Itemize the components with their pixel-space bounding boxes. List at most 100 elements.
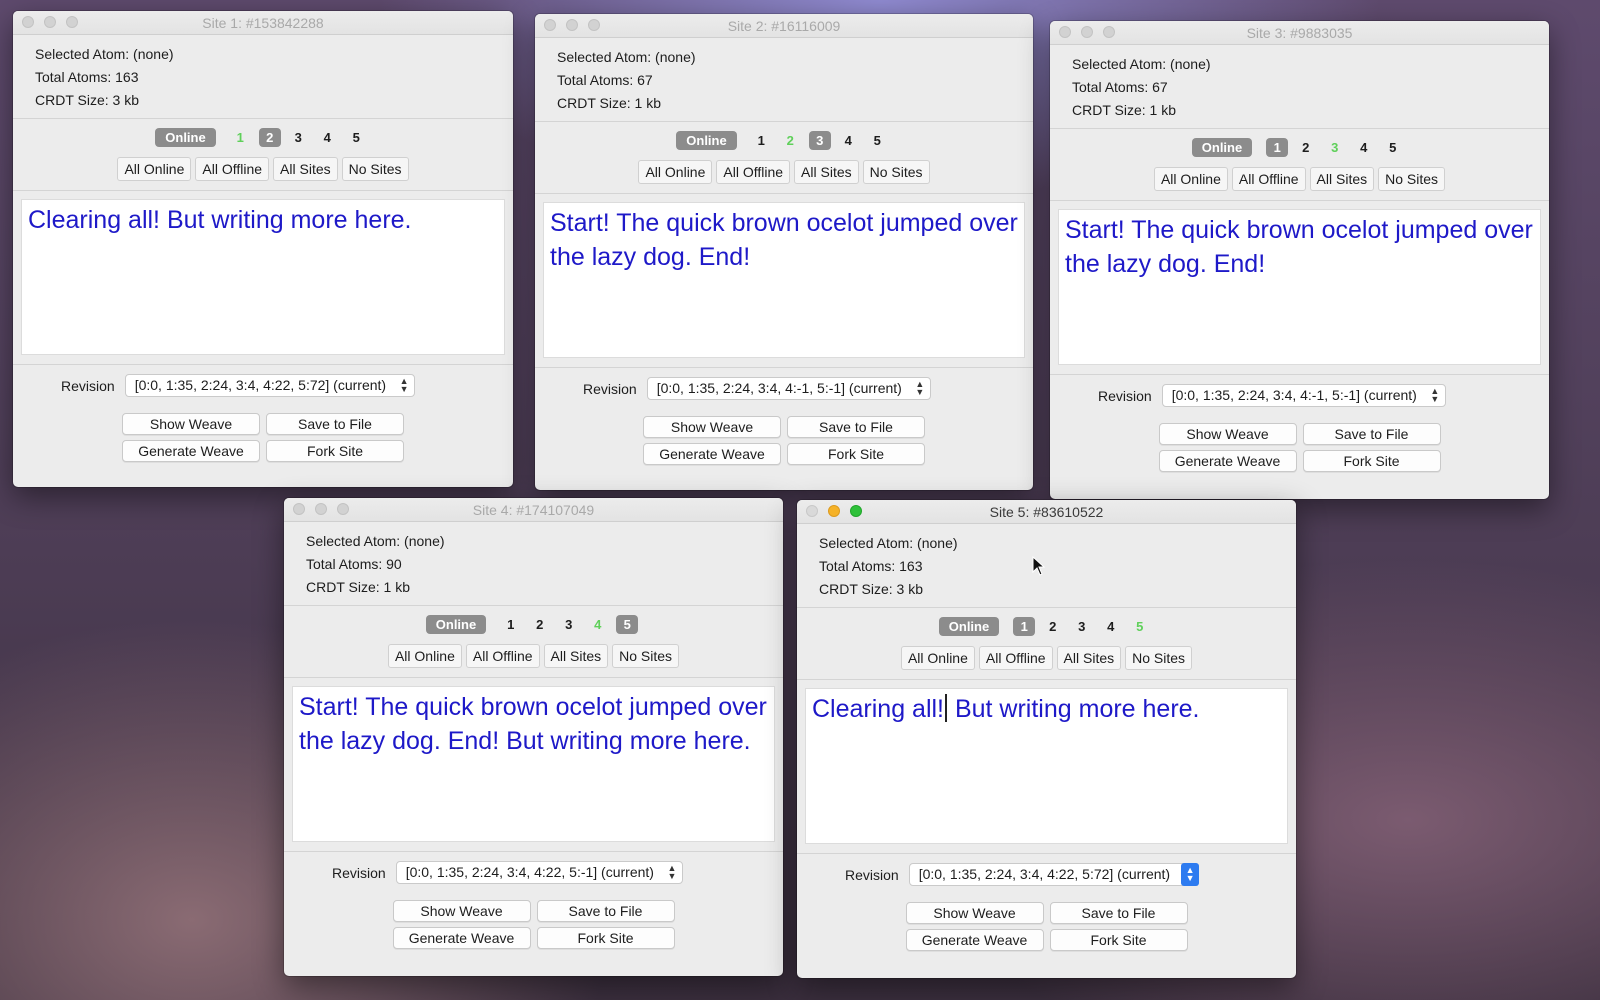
info-panel: Selected Atom: (none) Total Atoms: 67 CR… bbox=[1050, 45, 1549, 129]
fork-site-button[interactable]: Fork Site bbox=[1302, 450, 1441, 472]
site-toggle-5[interactable]: 5 bbox=[616, 614, 639, 634]
revision-label: Revision bbox=[61, 377, 115, 394]
all-offline-button[interactable]: All Offline bbox=[716, 160, 791, 184]
fork-site-button[interactable]: Fork Site bbox=[536, 927, 675, 949]
selected-atom-label: Selected Atom: (none) bbox=[35, 46, 174, 62]
all-online-button[interactable]: All Online bbox=[387, 644, 462, 668]
site-2-window: Site 2: #16116009 Selected Atom: (none) … bbox=[535, 14, 1033, 490]
site-toggle-4[interactable]: 4 bbox=[834, 131, 863, 150]
editor-text: Clearing all! But writing more here. bbox=[28, 206, 412, 234]
site-toggle-4[interactable]: 4 bbox=[583, 615, 612, 634]
save-to-file-button[interactable]: Save to File bbox=[536, 900, 675, 922]
save-to-file-button[interactable]: Save to File bbox=[1049, 902, 1188, 924]
online-toggle[interactable]: Online bbox=[676, 130, 737, 150]
site-toggle-3[interactable]: 3 bbox=[554, 615, 583, 634]
site-toggle-2[interactable]: 2 bbox=[1038, 617, 1067, 636]
all-sites-button[interactable]: All Sites bbox=[1309, 167, 1375, 191]
no-sites-button[interactable]: No Sites bbox=[862, 160, 930, 184]
generate-weave-button[interactable]: Generate Weave bbox=[392, 927, 531, 949]
all-online-button[interactable]: All Online bbox=[117, 157, 192, 181]
selected-atom-label: Selected Atom: (none) bbox=[306, 533, 445, 549]
no-sites-button[interactable]: No Sites bbox=[612, 644, 680, 668]
text-editor[interactable]: Clearing all! But writing more here. bbox=[805, 688, 1288, 844]
online-toggle[interactable]: Online bbox=[155, 127, 216, 147]
site-toggle-4[interactable]: 4 bbox=[313, 128, 342, 147]
site-toggle-1[interactable]: 1 bbox=[226, 128, 255, 147]
site-toggle-1[interactable]: 1 bbox=[496, 615, 525, 634]
site-toggle-2[interactable]: 2 bbox=[776, 131, 805, 150]
site-toggle-2[interactable]: 2 bbox=[258, 127, 281, 147]
total-atoms-label: Total Atoms: 67 bbox=[557, 72, 653, 88]
show-weave-button[interactable]: Show Weave bbox=[643, 416, 781, 438]
site-toggle-1[interactable]: 1 bbox=[1266, 137, 1289, 157]
generate-weave-button[interactable]: Generate Weave bbox=[122, 440, 260, 462]
save-to-file-button[interactable]: Save to File bbox=[266, 413, 404, 435]
text-editor[interactable]: Start! The quick brown ocelot jumped ove… bbox=[1058, 209, 1541, 365]
all-offline-button[interactable]: All Offline bbox=[1231, 167, 1306, 191]
site-toggle-3[interactable]: 3 bbox=[284, 128, 313, 147]
site-toggle-5[interactable]: 5 bbox=[1125, 617, 1154, 636]
site-toggle-2[interactable]: 2 bbox=[1291, 138, 1320, 157]
fork-site-button[interactable]: Fork Site bbox=[1049, 929, 1188, 951]
all-sites-button[interactable]: All Sites bbox=[273, 157, 338, 181]
revision-select[interactable]: [0:0, 1:35, 2:24, 3:4, 4:22, 5:72] (curr… bbox=[124, 374, 416, 397]
site-toggle-3[interactable]: 3 bbox=[1320, 138, 1349, 157]
show-weave-button[interactable]: Show Weave bbox=[392, 900, 531, 922]
all-offline-button[interactable]: All Offline bbox=[195, 157, 270, 181]
online-toggle[interactable]: Online bbox=[1191, 137, 1253, 157]
online-toggle[interactable]: Online bbox=[425, 614, 487, 634]
site-toggle-4[interactable]: 4 bbox=[1096, 617, 1125, 636]
no-sites-button[interactable]: No Sites bbox=[341, 157, 409, 181]
generate-weave-button[interactable]: Generate Weave bbox=[1158, 450, 1297, 472]
title-bar[interactable]: Site 5: #83610522 bbox=[797, 500, 1296, 524]
no-sites-button[interactable]: No Sites bbox=[1378, 167, 1446, 191]
site-connections: Online 1 2 3 4 5 bbox=[13, 127, 513, 147]
site-toggle-1[interactable]: 1 bbox=[1013, 616, 1036, 636]
revision-select[interactable]: [0:0, 1:35, 2:24, 3:4, 4:-1, 5:-1] (curr… bbox=[646, 377, 931, 400]
generate-weave-button[interactable]: Generate Weave bbox=[905, 929, 1044, 951]
revision-value: [0:0, 1:35, 2:24, 3:4, 4:-1, 5:-1] (curr… bbox=[656, 380, 902, 396]
revision-select[interactable]: [0:0, 1:35, 2:24, 3:4, 4:22, 5:72] (curr… bbox=[908, 863, 1200, 886]
all-offline-button[interactable]: All Offline bbox=[465, 644, 540, 668]
site-toggle-1[interactable]: 1 bbox=[747, 131, 776, 150]
title-bar[interactable]: Site 3: #9883035 bbox=[1050, 21, 1549, 45]
text-editor[interactable]: Clearing all! But writing more here. bbox=[21, 199, 505, 355]
save-to-file-button[interactable]: Save to File bbox=[1302, 423, 1441, 445]
site-toggle-5[interactable]: 5 bbox=[1378, 138, 1407, 157]
site-connections: Online 1 2 3 4 5 bbox=[1050, 137, 1549, 157]
total-atoms-label: Total Atoms: 163 bbox=[819, 558, 923, 574]
all-online-button[interactable]: All Online bbox=[900, 646, 975, 670]
revision-select[interactable]: [0:0, 1:35, 2:24, 3:4, 4:22, 5:-1] (curr… bbox=[395, 861, 683, 884]
site-toggle-3[interactable]: 3 bbox=[1067, 617, 1096, 636]
site-1-window: Site 1: #153842288 Selected Atom: (none)… bbox=[13, 11, 513, 487]
all-online-button[interactable]: All Online bbox=[638, 160, 713, 184]
site-toggle-5[interactable]: 5 bbox=[342, 128, 371, 147]
save-to-file-button[interactable]: Save to File bbox=[787, 416, 925, 438]
info-panel: Selected Atom: (none) Total Atoms: 90 CR… bbox=[284, 522, 783, 606]
site-toggle-3[interactable]: 3 bbox=[808, 130, 831, 150]
fork-site-button[interactable]: Fork Site bbox=[266, 440, 404, 462]
text-editor[interactable]: Start! The quick brown ocelot jumped ove… bbox=[543, 202, 1025, 358]
text-editor[interactable]: Start! The quick brown ocelot jumped ove… bbox=[292, 686, 775, 842]
site-toggle-5[interactable]: 5 bbox=[863, 131, 892, 150]
title-bar[interactable]: Site 2: #16116009 bbox=[535, 14, 1033, 38]
editor-text: Start! The quick brown ocelot jumped ove… bbox=[299, 693, 767, 755]
generate-weave-button[interactable]: Generate Weave bbox=[643, 443, 781, 465]
site-toggle-4[interactable]: 4 bbox=[1349, 138, 1378, 157]
title-bar[interactable]: Site 1: #153842288 bbox=[13, 11, 513, 35]
show-weave-button[interactable]: Show Weave bbox=[122, 413, 260, 435]
revision-select[interactable]: [0:0, 1:35, 2:24, 3:4, 4:-1, 5:-1] (curr… bbox=[1161, 384, 1446, 407]
all-sites-button[interactable]: All Sites bbox=[1056, 646, 1122, 670]
no-sites-button[interactable]: No Sites bbox=[1125, 646, 1193, 670]
mouse-pointer-icon bbox=[1032, 556, 1046, 576]
show-weave-button[interactable]: Show Weave bbox=[1158, 423, 1297, 445]
show-weave-button[interactable]: Show Weave bbox=[905, 902, 1044, 924]
all-online-button[interactable]: All Online bbox=[1153, 167, 1228, 191]
online-toggle[interactable]: Online bbox=[938, 616, 1000, 636]
fork-site-button[interactable]: Fork Site bbox=[787, 443, 925, 465]
site-toggle-2[interactable]: 2 bbox=[525, 615, 554, 634]
all-sites-button[interactable]: All Sites bbox=[543, 644, 609, 668]
title-bar[interactable]: Site 4: #174107049 bbox=[284, 498, 783, 522]
all-sites-button[interactable]: All Sites bbox=[794, 160, 859, 184]
all-offline-button[interactable]: All Offline bbox=[978, 646, 1053, 670]
